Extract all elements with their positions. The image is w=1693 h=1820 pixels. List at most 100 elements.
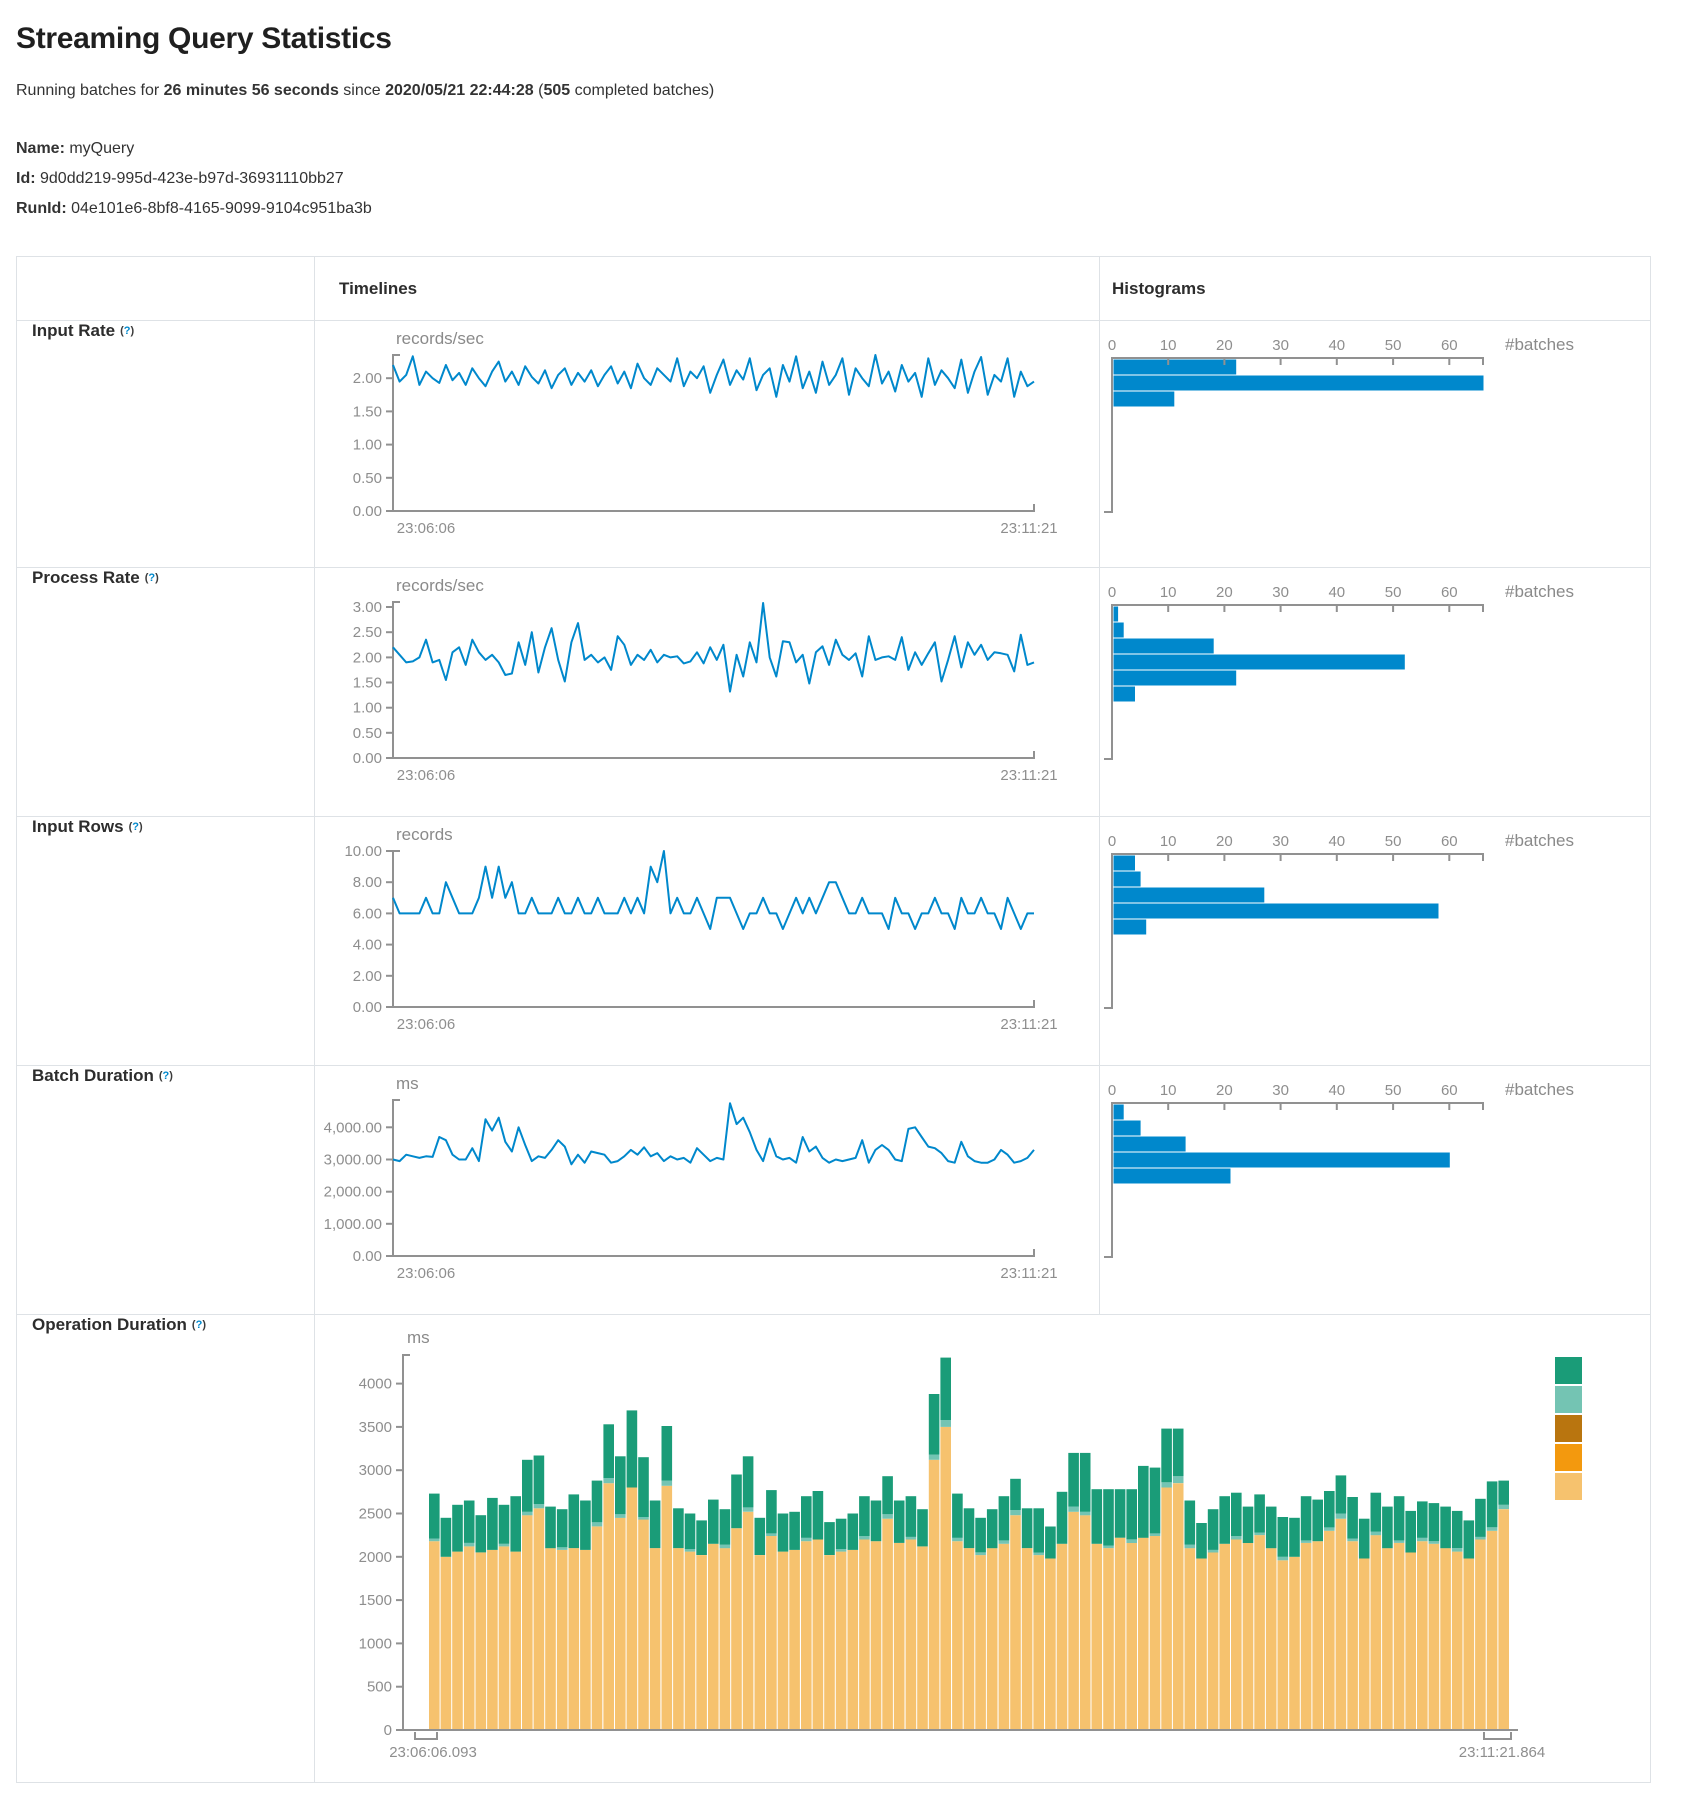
svg-text:23:06:06: 23:06:06 xyxy=(397,1016,455,1033)
help-icon[interactable]: (?) xyxy=(145,572,159,584)
svg-text:50: 50 xyxy=(1385,337,1402,354)
svg-text:10.00: 10.00 xyxy=(344,843,382,860)
svg-text:1000: 1000 xyxy=(359,1635,392,1652)
svg-text:0: 0 xyxy=(384,1722,392,1739)
svg-text:10: 10 xyxy=(1160,833,1177,850)
batch-duration-timeline-chart: ms 0.00 1,000.00 2,000.00 3,000.00 4,000.00 23… xyxy=(315,1066,1075,1314)
svg-text:60: 60 xyxy=(1441,1082,1458,1099)
svg-text:1.00: 1.00 xyxy=(353,700,382,717)
table-row: Batch Duration(?) ms 0.00 1,000.00 2,000.00… xyxy=(17,1066,1651,1315)
row-label-batch-duration: Batch Duration(?) xyxy=(17,1066,314,1086)
svg-text:23:06:06: 23:06:06 xyxy=(397,767,455,784)
svg-text:10: 10 xyxy=(1160,337,1177,354)
svg-text:0: 0 xyxy=(1108,1082,1116,1099)
query-runid-label: RunId: xyxy=(16,200,67,217)
svg-text:23:11:21.864: 23:11:21.864 xyxy=(1459,1744,1545,1761)
svg-text:0.50: 0.50 xyxy=(353,470,382,487)
streaming-statistics-page: Streaming Query Statistics Running batch… xyxy=(0,0,1693,1813)
svg-text:23:11:21: 23:11:21 xyxy=(1000,767,1057,784)
column-header-histograms: Histograms xyxy=(1100,257,1651,321)
svg-text:10: 10 xyxy=(1160,1082,1177,1099)
query-name-value: myQuery xyxy=(65,140,134,157)
svg-text:50: 50 xyxy=(1385,584,1402,601)
svg-text:23:11:21: 23:11:21 xyxy=(1000,1265,1057,1282)
row-label-operation-duration: Operation Duration(?) xyxy=(17,1315,314,1335)
svg-text:4.00: 4.00 xyxy=(353,937,382,954)
batch-duration-histogram-chart: 0102030405060#batches xyxy=(1100,1066,1638,1314)
svg-text:4,000.00: 4,000.00 xyxy=(324,1119,382,1136)
svg-text:0: 0 xyxy=(1108,584,1116,601)
svg-text:23:11:21: 23:11:21 xyxy=(1000,1016,1057,1033)
svg-text:60: 60 xyxy=(1441,833,1458,850)
input-rate-histogram-chart: 0102030405060#batches xyxy=(1100,321,1638,567)
svg-text:0.50: 0.50 xyxy=(353,725,382,742)
svg-text:60: 60 xyxy=(1441,584,1458,601)
svg-text:1500: 1500 xyxy=(359,1592,392,1609)
query-id-label: Id: xyxy=(16,170,36,187)
svg-text:50: 50 xyxy=(1385,833,1402,850)
svg-text:0.00: 0.00 xyxy=(353,750,382,767)
svg-text:#batches: #batches xyxy=(1505,335,1574,354)
paren-open: ( xyxy=(534,82,544,99)
table-row: Operation Duration(?) ms 0 500 1000 1500 2000… xyxy=(17,1315,1651,1783)
svg-text:60: 60 xyxy=(1441,337,1458,354)
svg-text:ms: ms xyxy=(396,1074,419,1093)
svg-text:8.00: 8.00 xyxy=(353,874,382,891)
running-prefix: Running batches for xyxy=(16,82,164,99)
svg-text:records/sec: records/sec xyxy=(396,576,484,595)
start-time: 2020/05/21 22:44:28 xyxy=(385,82,534,99)
svg-text:2.00: 2.00 xyxy=(353,649,382,666)
table-header-row: Timelines Histograms xyxy=(17,257,1651,321)
since-word: since xyxy=(339,82,385,99)
svg-text:#batches: #batches xyxy=(1505,831,1574,850)
svg-text:3500: 3500 xyxy=(359,1419,392,1436)
help-icon[interactable]: (?) xyxy=(129,821,143,833)
svg-text:40: 40 xyxy=(1328,337,1345,354)
svg-text:3.00: 3.00 xyxy=(353,599,382,616)
svg-text:records/sec: records/sec xyxy=(396,329,484,348)
help-icon[interactable]: (?) xyxy=(192,1319,206,1331)
running-summary: Running batches for 26 minutes 56 second… xyxy=(16,82,1693,100)
query-runid-line: RunId: 04e101e6-8bf8-4165-9099-9104c951b… xyxy=(16,194,1693,224)
table-row: Input Rate(?) records/sec 0.00 0.50 1.00 1.5… xyxy=(17,321,1651,568)
svg-text:30: 30 xyxy=(1272,337,1289,354)
svg-text:1.00: 1.00 xyxy=(353,437,382,454)
svg-text:1.50: 1.50 xyxy=(353,403,382,420)
svg-text:2,000.00: 2,000.00 xyxy=(324,1184,382,1201)
legend-swatch xyxy=(1555,1357,1582,1384)
svg-text:#batches: #batches xyxy=(1505,582,1574,601)
completed-batches-count: 505 xyxy=(543,82,570,99)
input-rate-timeline-chart: records/sec0.000.501.001.502.0023:06:062… xyxy=(315,321,1075,567)
svg-text:4000: 4000 xyxy=(359,1376,392,1393)
input-rows-timeline-chart: records 0.00 2.00 4.00 6.00 8.00 10.00 23:06:06… xyxy=(315,817,1075,1065)
running-duration: 26 minutes 56 seconds xyxy=(164,82,339,99)
query-name-line: Name: myQuery xyxy=(16,134,1693,164)
svg-text:40: 40 xyxy=(1328,833,1345,850)
svg-text:3,000.00: 3,000.00 xyxy=(324,1152,382,1169)
completed-suffix: completed batches) xyxy=(570,82,714,99)
svg-text:records: records xyxy=(396,825,453,844)
query-info: Name: myQuery Id: 9d0dd219-995d-423e-b97… xyxy=(16,134,1693,224)
svg-text:1,000.00: 1,000.00 xyxy=(324,1216,382,1233)
svg-text:20: 20 xyxy=(1216,584,1233,601)
svg-text:0: 0 xyxy=(1108,337,1116,354)
svg-text:500: 500 xyxy=(367,1679,392,1696)
svg-text:3000: 3000 xyxy=(359,1462,392,1479)
svg-text:ms: ms xyxy=(407,1328,430,1347)
svg-text:2000: 2000 xyxy=(359,1549,392,1566)
header-empty-cell xyxy=(17,257,315,321)
help-icon[interactable]: (?) xyxy=(159,1070,173,1082)
svg-text:30: 30 xyxy=(1272,1082,1289,1099)
svg-text:50: 50 xyxy=(1385,1082,1402,1099)
svg-text:6.00: 6.00 xyxy=(353,905,382,922)
legend-swatch xyxy=(1555,1415,1582,1442)
svg-text:23:11:21: 23:11:21 xyxy=(1000,520,1057,537)
help-icon[interactable]: (?) xyxy=(120,325,134,337)
svg-text:0.00: 0.00 xyxy=(353,999,382,1016)
svg-text:0.00: 0.00 xyxy=(353,503,382,520)
svg-text:2.00: 2.00 xyxy=(353,968,382,985)
svg-text:1.50: 1.50 xyxy=(353,675,382,692)
row-label-input-rate: Input Rate(?) xyxy=(17,321,314,341)
svg-text:0.00: 0.00 xyxy=(353,1248,382,1265)
svg-text:2.00: 2.00 xyxy=(353,370,382,387)
